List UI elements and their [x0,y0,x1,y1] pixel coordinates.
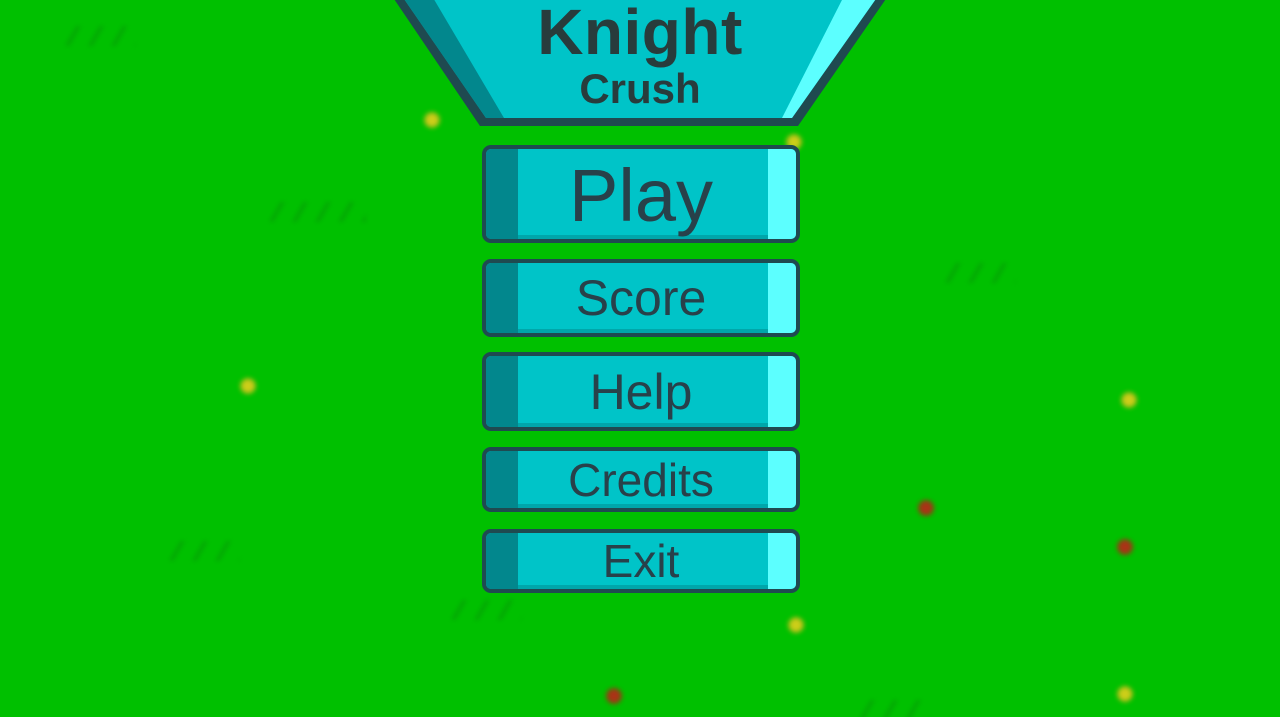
game-subtitle: Crush [579,65,701,112]
help-button-label: Help [589,363,693,420]
grass-tuft [66,26,136,46]
score-button-label: Score [575,270,707,326]
credits-button[interactable]: Credits [482,447,800,512]
exit-button-label: Exit [602,535,680,587]
help-button[interactable]: Help [482,352,800,431]
title-banner: Knight Crush [392,0,888,130]
grass-tuft [946,263,1016,283]
red-flower [918,500,934,516]
yellow-flower [1117,686,1133,702]
grass-tuft [452,600,522,620]
game-title: Knight [537,0,743,68]
grass-tuft [170,541,240,561]
yellow-flower [788,617,804,633]
grass-tuft [270,202,366,222]
score-button[interactable]: Score [482,259,800,337]
exit-button[interactable]: Exit [482,529,800,593]
play-button[interactable]: Play [482,145,800,243]
play-button-label: Play [569,153,713,237]
grass-tuft [860,700,930,717]
yellow-flower [240,378,256,394]
red-flower [1117,539,1133,555]
red-flower [606,688,622,704]
yellow-flower [1121,392,1137,408]
credits-button-label: Credits [568,453,714,506]
